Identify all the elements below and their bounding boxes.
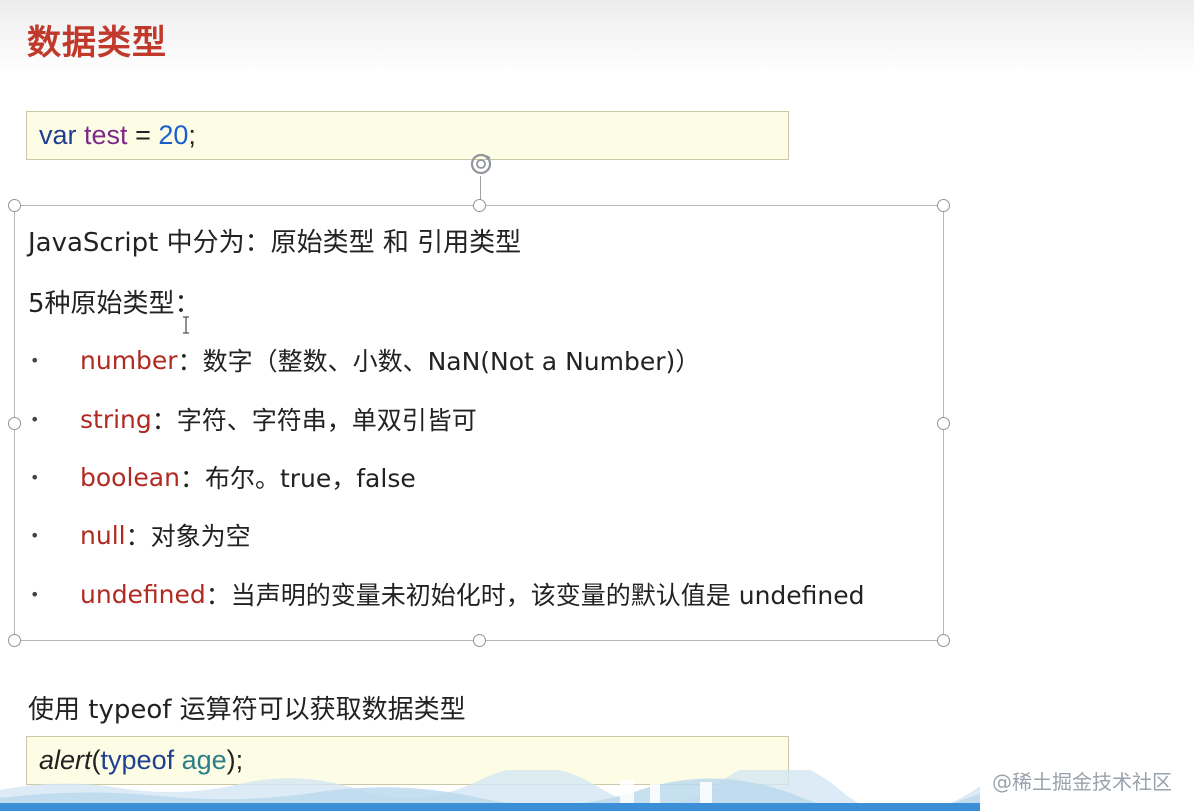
type-name: string	[80, 404, 152, 434]
code-identifier-test: test	[84, 120, 128, 150]
type-description: ：当声明的变量未初始化时，该变量的默认值是 undefined	[205, 581, 865, 610]
resize-handle-bottom-left[interactable]	[8, 634, 21, 647]
type-name: boolean	[80, 462, 180, 492]
rotate-handle-icon[interactable]	[467, 150, 495, 178]
resize-handle-middle-right[interactable]	[937, 417, 950, 430]
slide-title: 数据类型	[27, 23, 167, 63]
code-keyword-var: var	[39, 120, 77, 150]
code-number-20: 20	[158, 120, 189, 150]
resize-handle-top-center[interactable]	[473, 199, 486, 212]
bullet-dot-icon: •	[30, 584, 40, 604]
bullet-dot-icon: •	[30, 409, 40, 429]
resize-handle-top-left[interactable]	[8, 199, 21, 212]
footer-accent-bar	[0, 803, 980, 811]
type-name: undefined	[80, 579, 206, 609]
resize-handle-bottom-right[interactable]	[937, 634, 950, 647]
bullet-item-string: • string ：字符、字符串，单双引皆可	[28, 401, 477, 437]
code-block-var-test: var test = 20;	[26, 111, 789, 160]
text-cursor-icon	[183, 316, 189, 334]
bullet-dot-icon: •	[30, 525, 40, 545]
bullet-dot-icon: •	[30, 467, 40, 487]
primitive-types-heading: 5种原始类型：	[28, 289, 201, 319]
bullet-item-undefined: • undefined ：当声明的变量未初始化时，该变量的默认值是 undefin…	[28, 576, 865, 612]
intro-line: JavaScript 中分为：原始类型 和 引用类型	[28, 228, 522, 258]
code-semicolon: ;	[188, 120, 196, 150]
type-name: null	[80, 520, 126, 550]
code-operator-equals: =	[135, 120, 151, 150]
type-name: number	[80, 345, 178, 375]
type-description: ：数字（整数、小数、NaN(Not a Number)）	[177, 347, 701, 376]
bullet-item-number: • number ：数字（整数、小数、NaN(Not a Number)）	[28, 342, 700, 378]
bullet-dot-icon: •	[30, 350, 40, 370]
slide: 数据类型 var test = 20; JavaScript 中分为：原始类型 …	[0, 0, 1194, 811]
typeof-description: 使用 typeof 运算符可以获取数据类型	[28, 695, 466, 725]
bullet-item-null: • null ：对象为空	[28, 517, 251, 553]
resize-handle-bottom-center[interactable]	[473, 634, 486, 647]
resize-handle-top-right[interactable]	[937, 199, 950, 212]
bullet-item-boolean: • boolean ：布尔。true，false	[28, 459, 416, 495]
resize-handle-middle-left[interactable]	[8, 417, 21, 430]
type-description: ：字符、字符串，单双引皆可	[151, 406, 477, 435]
type-description: ：对象为空	[125, 522, 251, 551]
type-description: ：布尔。true，false	[179, 464, 416, 493]
watermark-text: @稀土掘金技术社区	[992, 770, 1172, 794]
